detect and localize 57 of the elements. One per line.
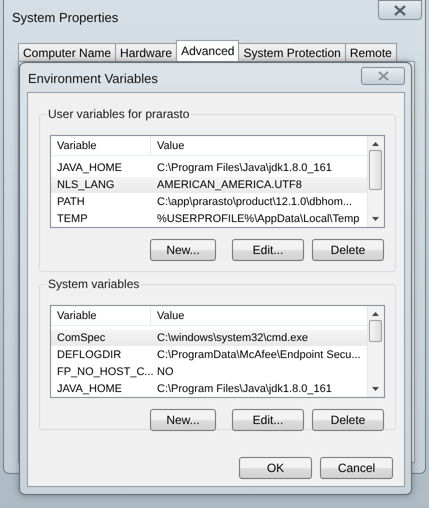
scroll-up-icon [372,312,379,316]
column-header[interactable]: Variable [51,306,151,326]
list-row[interactable]: DEFLOGDIR C:\ProgramData\McAfee\Endpoint Secu... [51,347,368,363]
window-title: System Properties [12,10,118,26]
variable-name: TEMP [56,212,89,227]
variable-name: JAVA_HOME [56,382,123,397]
tab[interactable]: Remote [344,43,397,61]
dialog-button[interactable]: New... [150,239,216,261]
group-title: User variables for prarasto [46,107,192,121]
scrollbar-thumb[interactable] [369,150,382,190]
variable-value: C:\Program Files\Java\jdk1.8.0_161 [156,161,333,176]
variable-name: FP_NO_HOST_C... [56,365,151,380]
list-row[interactable]: ComSpec C:\windows\system32\cmd.exe [51,330,368,346]
variable-value: C:\ProgramData\McAfee\Endpoint Secu... [156,348,362,363]
list-row[interactable]: JAVA_HOME C:\Program Files\Java\jdk1.8.0_161 [51,160,368,176]
group-title: System variables [46,277,142,291]
dialog-title: Environment Variables [28,71,158,86]
scroll-down-icon [372,217,379,221]
dialog-button[interactable]: Delete [312,239,384,261]
tab[interactable]: System Protection [238,43,346,61]
dialog-button[interactable]: New... [150,409,216,431]
list-row[interactable]: FP_NO_HOST_C... NO [51,364,368,380]
variable-name: PATH [56,195,86,210]
tab[interactable]: Hardware [115,43,178,61]
variable-name: ComSpec [56,331,106,346]
variables-list[interactable]: Variable Value JAVA_HOME C:\Program Files\Java\jdk1.8.0_161 NLS_LANG AMERICAN_AMERICA.UTF8 PATH C:\app\prarasto\product\12.1.0\dbhom... TEMP %USERPROFILE%\AppData\Local\Temp [50,135,385,228]
scroll-down-icon [372,387,379,391]
close-icon [393,4,407,16]
scrollbar[interactable] [367,306,384,397]
dialog-button[interactable]: OK [239,457,312,479]
list-row[interactable]: PATH C:\app\prarasto\product\12.1.0\dbhom... [51,194,368,210]
dialog-button[interactable]: Delete [312,409,384,431]
scrollbar-thumb[interactable] [369,320,382,342]
tab[interactable]: Advanced [176,40,240,61]
dialog-button[interactable]: Cancel [320,457,393,479]
variable-value: C:\Program Files\Java\jdk1.8.0_161 [156,382,333,397]
variable-value: NO [156,365,174,380]
column-header[interactable]: Variable [51,136,151,156]
dialog-button[interactable]: Edit... [232,239,304,261]
scrollbar[interactable] [367,136,384,227]
variable-name: NLS_LANG [56,178,116,193]
close-icon [376,71,390,81]
variable-value: C:\app\prarasto\product\12.1.0\dbhom... [156,195,354,210]
variable-name: JAVA_HOME [56,161,123,176]
list-row[interactable]: JAVA_HOME C:\Program Files\Java\jdk1.8.0_161 [51,381,368,397]
tab[interactable]: Computer Name [18,43,116,61]
list-row[interactable]: NLS_LANG AMERICAN_AMERICA.UTF8 [51,177,368,193]
close-button[interactable] [361,67,405,85]
variable-value: %USERPROFILE%\AppData\Local\Temp [156,212,360,227]
dialog-button[interactable]: Edit... [232,409,304,431]
variables-list[interactable]: Variable Value ComSpec C:\windows\system32\cmd.exe DEFLOGDIR C:\ProgramData\McAfee\Endpoint Secu... FP_NO_HOST_C... NO JAVA_HOME C:\Program Files\Java\jdk1.8.0_161 [50,305,385,398]
variable-value: AMERICAN_AMERICA.UTF8 [156,178,303,193]
variable-value: C:\windows\system32\cmd.exe [156,331,309,346]
variable-name: DEFLOGDIR [56,348,122,363]
close-button[interactable] [378,0,422,20]
scroll-up-icon [372,142,379,146]
list-row[interactable]: TEMP %USERPROFILE%\AppData\Local\Temp [51,211,368,227]
